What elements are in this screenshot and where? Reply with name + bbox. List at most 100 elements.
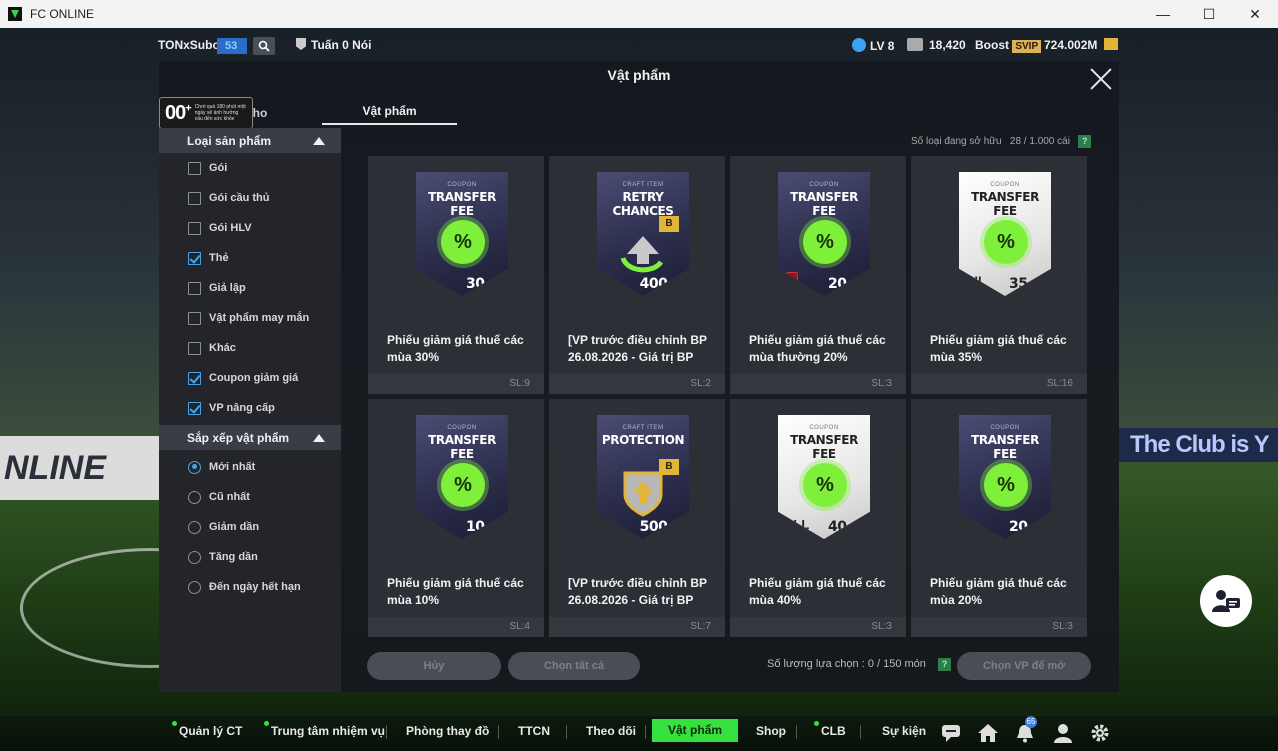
- playtime-warning: 00+ Chơi quá 180 phút một ngày sẽ ảnh hư…: [159, 97, 253, 129]
- item-quantity: SL:9: [368, 374, 544, 394]
- nav-item[interactable]: Trung tâm nhiệm vụ: [264, 716, 385, 751]
- item-card[interactable]: COUPON TRANSFER FEE% 20% DISCOUNT Phiếu giảm…: [730, 156, 906, 394]
- filter-option[interactable]: Khác: [159, 333, 341, 363]
- item-card-shield: COUPON TRANSFER FEE% 10% DISCOUNT: [416, 415, 508, 539]
- nav-item[interactable]: CLB: [814, 716, 846, 751]
- nav-item[interactable]: Sự kiện: [882, 716, 926, 751]
- close-window-button[interactable]: ✕: [1232, 0, 1278, 28]
- item-card[interactable]: CRAFT ITEM PROTECTION B 500B MAX [VP trước đi…: [549, 399, 725, 637]
- filter-option[interactable]: VP nâng cấp: [159, 393, 341, 423]
- sort-option-label: Cũ nhất: [209, 491, 250, 503]
- radio-button[interactable]: [188, 520, 201, 534]
- lock-icon: [786, 272, 798, 294]
- coin-icon: [907, 38, 923, 51]
- search-icon[interactable]: [253, 37, 275, 55]
- checkbox[interactable]: [188, 251, 201, 265]
- collapse-icon[interactable]: [313, 136, 325, 145]
- sort-option[interactable]: Mới nhất: [159, 452, 341, 482]
- checkbox[interactable]: [188, 191, 201, 205]
- coupon-percent-icon: %: [803, 463, 847, 507]
- item-card[interactable]: CRAFT ITEM RETRY CHANCES B 400B MAX [VP trước…: [549, 156, 725, 394]
- discount-value: 400B: [639, 276, 674, 292]
- filter-category-header[interactable]: Loại sản phẩm: [159, 128, 341, 153]
- item-name: Phiếu giảm giá thuế các mùa 20%: [930, 576, 1067, 607]
- window-titlebar: FC ONLINE — ☐ ✕: [0, 0, 1278, 28]
- help-icon[interactable]: ?: [938, 658, 952, 671]
- checkbox[interactable]: [188, 161, 201, 175]
- item-card-shield: COUPON TRANSFER FEE% ALL CLASS SEASON 40% BON…: [778, 415, 870, 539]
- checkbox[interactable]: [188, 401, 201, 415]
- home-icon[interactable]: [977, 722, 999, 744]
- filter-option[interactable]: Coupon giảm giá: [159, 363, 341, 393]
- gear-icon[interactable]: [1089, 722, 1111, 744]
- collapse-icon[interactable]: [313, 433, 325, 442]
- filter-option[interactable]: Giả lập: [159, 273, 341, 303]
- item-card[interactable]: COUPON TRANSFER FEE% 20% DISCOUNT Phiếu giảm…: [911, 399, 1087, 637]
- filter-option-label: Gói HLV: [209, 222, 252, 234]
- filter-option[interactable]: Thẻ: [159, 243, 341, 273]
- discount-value: 30%: [466, 276, 492, 292]
- checkbox[interactable]: [188, 221, 201, 235]
- item-card[interactable]: COUPON TRANSFER FEE% 30% DISCOUNT Phiếu giảm…: [368, 156, 544, 394]
- item-quantity: SL:2: [549, 374, 725, 394]
- filter-option-label: Gói cầu thủ: [209, 192, 270, 204]
- maximize-button[interactable]: ☐: [1186, 0, 1232, 28]
- username[interactable]: TONxSubo: [158, 38, 220, 52]
- sort-option[interactable]: Đến ngày hết hạn: [159, 572, 341, 602]
- coins-indicator: 18,420: [907, 38, 966, 52]
- sort-option-label: Mới nhất: [209, 461, 256, 473]
- chat-button[interactable]: [1200, 575, 1252, 627]
- sort-option-label: Đến ngày hết hạn: [209, 581, 301, 593]
- app-logo-icon: [8, 7, 22, 21]
- tab-vat-pham[interactable]: Vật phẩm: [322, 99, 457, 125]
- close-icon[interactable]: [1089, 67, 1113, 91]
- team-name[interactable]: Tuấn 0 Nói: [296, 38, 371, 52]
- nav-item[interactable]: TTCN: [518, 716, 550, 751]
- chat-icon[interactable]: [940, 722, 962, 744]
- filter-option[interactable]: Gói HLV: [159, 213, 341, 243]
- filter-option-label: Coupon giảm giá: [209, 372, 299, 384]
- discount-value: 500B: [639, 519, 674, 535]
- checkbox[interactable]: [188, 311, 201, 325]
- nav-item[interactable]: Theo dõi: [586, 716, 636, 751]
- nav-divider: [645, 725, 646, 739]
- item-card[interactable]: COUPON TRANSFER FEE% 10% DISCOUNT Phiếu giảm…: [368, 399, 544, 637]
- help-icon[interactable]: ?: [1078, 135, 1092, 148]
- item-quantity: SL:3: [911, 617, 1087, 637]
- craft-tag: B: [659, 459, 679, 475]
- item-card[interactable]: COUPON TRANSFER FEE% ALL CLASS SEASON 40% BON…: [730, 399, 906, 637]
- coupon-percent-icon: %: [984, 220, 1028, 264]
- checkbox[interactable]: [188, 371, 201, 385]
- item-card[interactable]: COUPON TRANSFER FEE% All CLASS RGB2 35% BONUS…: [911, 156, 1087, 394]
- item-name: Phiếu giảm giá thuế các mùa 40%: [749, 576, 886, 607]
- radio-button[interactable]: [188, 460, 201, 474]
- checkbox[interactable]: [188, 341, 201, 355]
- minimize-button[interactable]: —: [1140, 0, 1186, 28]
- nav-item[interactable]: Phòng thay đồ: [406, 716, 489, 751]
- radio-button[interactable]: [188, 550, 201, 564]
- nav-item[interactable]: Shop: [756, 716, 786, 751]
- item-art: COUPON TRANSFER FEE% 10% DISCOUNT: [368, 399, 544, 559]
- sort-header[interactable]: Sắp xếp vật phẩm: [159, 425, 341, 450]
- radio-button[interactable]: [188, 490, 201, 504]
- sort-option[interactable]: Cũ nhất: [159, 482, 341, 512]
- radio-button[interactable]: [188, 580, 201, 594]
- select-all-button[interactable]: Chọn tất cả: [508, 652, 640, 680]
- ad-board-right: The Club is Y: [1118, 428, 1278, 462]
- boost-indicator[interactable]: Boost SVIP: [975, 38, 1042, 53]
- filter-option-label: Thẻ: [209, 252, 229, 264]
- nav-item[interactable]: Vật phẩm: [652, 719, 739, 742]
- filter-option[interactable]: Gói cầu thủ: [159, 183, 341, 213]
- top-hud: TONxSubo 53 Tuấn 0 Nói LV 8 18,420 Boost…: [0, 34, 1278, 60]
- filter-option[interactable]: Vật phẩm may mắn: [159, 303, 341, 333]
- sort-option[interactable]: Giảm dần: [159, 512, 341, 542]
- ad-board-left: NLINE: [0, 436, 160, 500]
- checkbox[interactable]: [188, 281, 201, 295]
- open-item-button[interactable]: Chọn VP để mở: [957, 652, 1091, 680]
- filter-option[interactable]: Gói: [159, 153, 341, 183]
- profile-icon[interactable]: [1052, 722, 1074, 744]
- item-art: CRAFT ITEM RETRY CHANCES B 400B MAX: [549, 156, 725, 316]
- nav-item[interactable]: Quản lý CT: [172, 716, 242, 751]
- cancel-button[interactable]: Hủy: [367, 652, 501, 680]
- sort-option[interactable]: Tăng dần: [159, 542, 341, 572]
